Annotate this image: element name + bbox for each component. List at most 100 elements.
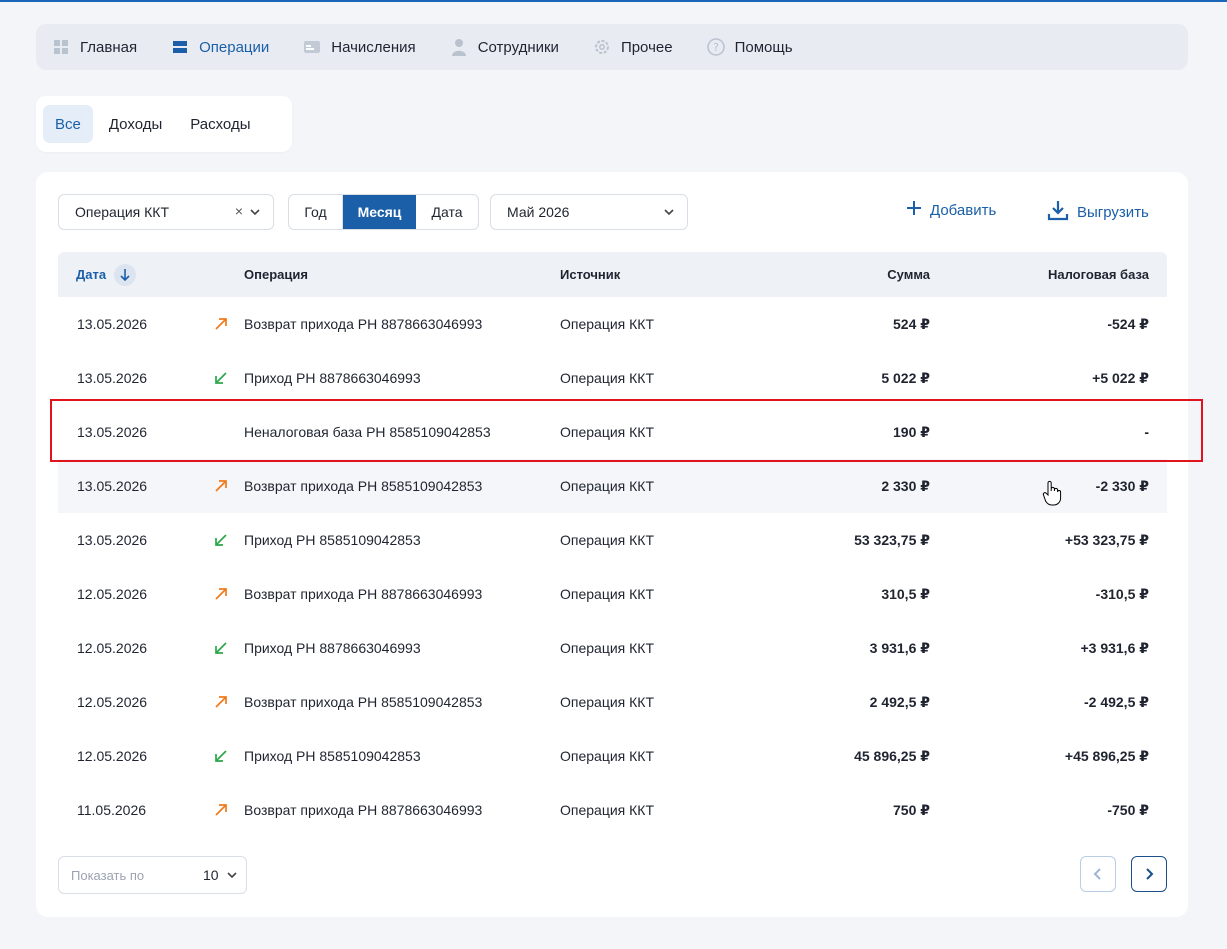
row-date: 13.05.2026 bbox=[77, 370, 148, 386]
row-amount: 190 ₽ bbox=[893, 423, 930, 440]
arrow-down-left-icon bbox=[214, 729, 228, 783]
chevron-down-icon bbox=[249, 205, 261, 221]
arrow-up-right-icon bbox=[214, 675, 228, 729]
nav-item-other[interactable]: Прочее bbox=[593, 38, 673, 56]
row-amount: 53 323,75 ₽ bbox=[854, 531, 930, 548]
row-source: Операция ККТ bbox=[560, 748, 655, 764]
table-row[interactable]: 13.05.2026 Приход РН 8585109042853 Операци… bbox=[58, 513, 1167, 567]
row-operation: Возврат прихода РН 8585109042853 bbox=[244, 694, 483, 710]
row-tax-base: -2 492,5 ₽ bbox=[1083, 693, 1149, 710]
operations-icon bbox=[171, 38, 189, 56]
row-amount: 310,5 ₽ bbox=[881, 585, 930, 602]
arrow-up-right-icon bbox=[214, 459, 228, 513]
dashboard-icon bbox=[52, 38, 70, 56]
gear-icon bbox=[593, 38, 611, 56]
nav-item-employees[interactable]: Сотрудники bbox=[450, 38, 559, 56]
row-tax-base: +53 323,75 ₽ bbox=[1064, 531, 1149, 548]
row-source: Операция ККТ bbox=[560, 640, 655, 656]
table-row[interactable]: 12.05.2026 Возврат прихода РН 88786630469… bbox=[58, 567, 1167, 621]
table-row[interactable]: 12.05.2026 Приход РН 8878663046993 Операци… bbox=[58, 621, 1167, 675]
month-select-value: Май 2026 bbox=[507, 204, 570, 220]
chevron-down-icon bbox=[663, 205, 675, 221]
arrow-up-right-icon bbox=[214, 567, 228, 621]
arrow-down-left-icon bbox=[214, 621, 228, 675]
row-tax-base: +45 896,25 ₽ bbox=[1064, 747, 1149, 764]
chevron-down-icon bbox=[226, 869, 238, 884]
page-size-label: Показать по bbox=[71, 867, 145, 883]
add-button[interactable]: Добавить bbox=[906, 200, 996, 220]
row-operation: Возврат прихода РН 8878663046993 bbox=[244, 586, 483, 602]
row-amount: 5 022 ₽ bbox=[881, 369, 930, 386]
arrow-down-left-icon bbox=[214, 513, 228, 567]
sort-arrow-down-icon[interactable] bbox=[114, 263, 137, 286]
table-header: Дата Операция Источник Сумма Налоговая б… bbox=[58, 252, 1167, 297]
tab-income[interactable]: Доходы bbox=[97, 105, 174, 143]
nav-item-label: Прочее bbox=[620, 38, 673, 56]
column-header-tax-base: Налоговая база bbox=[1047, 267, 1149, 282]
period-switch: Год Месяц Дата bbox=[288, 194, 479, 230]
row-tax-base: -750 ₽ bbox=[1107, 801, 1149, 818]
row-date: 12.05.2026 bbox=[77, 694, 148, 710]
nav-item-label: Сотрудники bbox=[477, 38, 559, 56]
nav-item-help[interactable]: ? Помощь bbox=[706, 38, 793, 56]
next-page-button[interactable] bbox=[1131, 856, 1167, 892]
table-row[interactable]: 12.05.2026 Приход РН 8585109042853 Операци… bbox=[58, 729, 1167, 783]
table-row[interactable]: 13.05.2026 Неналоговая база РН 8585109042… bbox=[58, 405, 1167, 459]
row-operation: Возврат прихода РН 8878663046993 bbox=[244, 316, 483, 332]
row-operation: Неналоговая база РН 8585109042853 bbox=[244, 424, 491, 440]
clear-icon[interactable]: × bbox=[235, 203, 243, 219]
row-source: Операция ККТ bbox=[560, 424, 655, 440]
nav-item-operations[interactable]: Операции bbox=[171, 38, 269, 56]
row-source: Операция ККТ bbox=[560, 694, 655, 710]
nav-item-label: Начисления bbox=[331, 38, 416, 56]
export-button[interactable]: Выгрузить bbox=[1047, 199, 1149, 225]
column-header-date[interactable]: Дата bbox=[76, 252, 137, 297]
column-header-operation: Операция bbox=[244, 267, 308, 282]
month-select[interactable]: Май 2026 bbox=[490, 194, 688, 230]
prev-page-button[interactable] bbox=[1080, 856, 1116, 892]
row-date: 13.05.2026 bbox=[77, 424, 148, 440]
card-icon bbox=[303, 38, 321, 56]
source-filter-select[interactable]: Операция ККТ × bbox=[58, 194, 274, 230]
nav-item-label: Главная bbox=[80, 38, 138, 56]
download-icon bbox=[1047, 199, 1069, 225]
page-size-select[interactable]: Показать по 10 bbox=[58, 856, 247, 894]
chevron-right-icon bbox=[1146, 868, 1154, 880]
nav-item-home[interactable]: Главная bbox=[52, 38, 137, 56]
row-tax-base: -310,5 ₽ bbox=[1095, 585, 1149, 602]
row-date: 13.05.2026 bbox=[77, 532, 148, 548]
tab-all[interactable]: Все bbox=[43, 105, 93, 143]
row-amount: 524 ₽ bbox=[893, 315, 930, 332]
row-tax-base: - bbox=[1144, 424, 1149, 440]
row-operation: Приход РН 8585109042853 bbox=[244, 748, 421, 764]
table-row[interactable]: 11.05.2026 Возврат прихода РН 88786630469… bbox=[58, 783, 1167, 837]
row-date: 13.05.2026 bbox=[77, 316, 148, 332]
row-tax-base: +3 931,6 ₽ bbox=[1080, 639, 1149, 656]
tab-expenses[interactable]: Расходы bbox=[178, 105, 262, 143]
table-row[interactable]: 13.05.2026 Приход РН 8878663046993 Операци… bbox=[58, 351, 1167, 405]
add-button-label: Добавить bbox=[930, 201, 997, 219]
hand-cursor-icon bbox=[1042, 480, 1062, 511]
nav-item-accruals[interactable]: Начисления bbox=[303, 38, 416, 56]
page-size-value: 10 bbox=[203, 867, 219, 883]
table-row[interactable]: 13.05.2026 Возврат прихода РН 88786630469… bbox=[58, 297, 1167, 351]
column-header-source: Источник bbox=[560, 267, 621, 282]
row-source: Операция ККТ bbox=[560, 586, 655, 602]
export-button-label: Выгрузить bbox=[1077, 203, 1149, 221]
nav-item-label: Помощь bbox=[734, 38, 793, 56]
table-row[interactable]: 12.05.2026 Возврат прихода РН 85851090428… bbox=[58, 675, 1167, 729]
row-operation: Возврат прихода РН 8585109042853 bbox=[244, 478, 483, 494]
arrow-down-left-icon bbox=[214, 351, 228, 405]
table-row[interactable]: 13.05.2026 Возврат прихода РН 85851090428… bbox=[58, 459, 1167, 513]
period-month-button[interactable]: Месяц bbox=[343, 195, 416, 229]
nav-item-label: Операции bbox=[199, 38, 270, 56]
chevron-left-icon bbox=[1093, 868, 1101, 880]
row-source: Операция ККТ bbox=[560, 802, 655, 818]
row-tax-base: -524 ₽ bbox=[1107, 315, 1149, 332]
period-year-button[interactable]: Год bbox=[289, 195, 343, 229]
type-tabs: Все Доходы Расходы bbox=[36, 96, 292, 152]
row-source: Операция ККТ bbox=[560, 370, 655, 386]
row-date: 13.05.2026 bbox=[77, 478, 148, 494]
period-date-button[interactable]: Дата bbox=[416, 195, 478, 229]
source-filter-value: Операция ККТ bbox=[75, 204, 170, 220]
